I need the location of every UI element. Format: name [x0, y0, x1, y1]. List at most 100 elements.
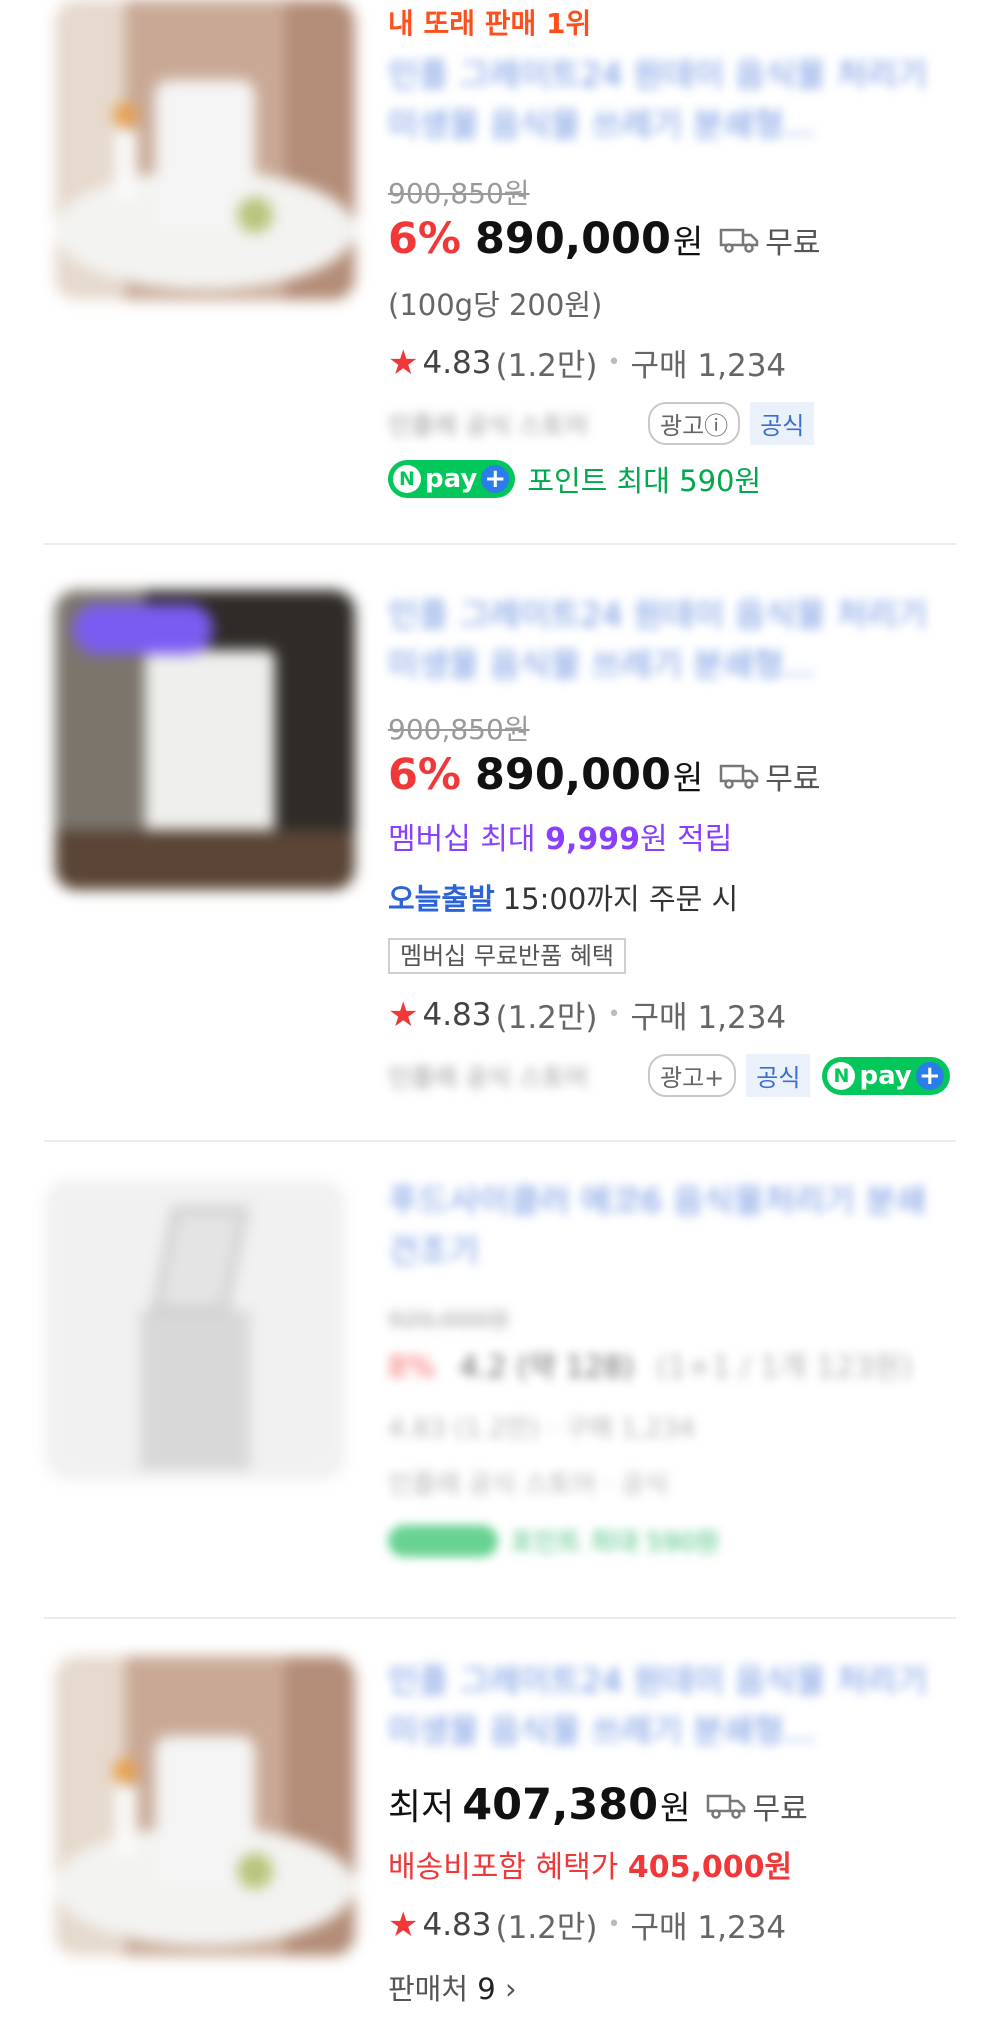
product-image[interactable]	[55, 0, 355, 300]
purchase-count: 구매 1,234	[630, 348, 787, 384]
naver-n-icon: N	[393, 465, 421, 493]
npay-badge: N pay +	[822, 1056, 950, 1095]
sale-price: 890,000	[475, 750, 671, 800]
membership-amount: 9,999	[545, 822, 640, 857]
product-card[interactable]: 인플 그레이트24 원데이 음식물 처리기 미생물 음식물 쓰레기 분쇄형...…	[0, 546, 1000, 1140]
benefit-amount: 405,000원	[627, 1850, 793, 1885]
sale-price: 407,380	[462, 1780, 659, 1830]
purchase-count: 구매 1,234	[630, 1000, 787, 1036]
separator-dot: •	[607, 350, 621, 375]
free-return-badge: 멤버십 무료반품 혜택	[388, 938, 626, 974]
review-count[interactable]: (1.2만)	[496, 1902, 598, 1947]
review-count[interactable]: (1.2만)	[496, 340, 598, 385]
ad-badge[interactable]: 광고ⓘ	[648, 402, 741, 445]
unit-price: (100g당 200원)	[388, 288, 603, 322]
product-card[interactable]: 인플 그레이트24 원데이 음식물 처리기 미생물 음식물 쓰레기 분쇄형...…	[0, 1620, 1000, 2042]
card-divider	[44, 1617, 956, 1619]
shipping-info: 무료	[719, 754, 820, 798]
product-card[interactable]: 내 또래 판매 1위 인플 그레이트24 원데이 음식물 처리기 미생물 음식물…	[0, 0, 1000, 545]
sellers-label: 판매처	[388, 1972, 469, 2006]
rating-value: 4.83	[422, 344, 492, 381]
original-price: 900,850원	[388, 177, 530, 210]
product-title[interactable]: 인플 그레이트24 원데이 음식물 처리기 미생물 음식물 쓰레기 분쇄형...	[388, 1656, 948, 1756]
rating-value: 4.83	[422, 996, 492, 1033]
product-image[interactable]	[55, 1656, 355, 1956]
sellers-link[interactable]: 판매처 9 ›	[388, 1966, 517, 2008]
discount-rate: 8%	[388, 1350, 436, 1385]
chevron-right-icon: ›	[504, 1972, 517, 2006]
product-title[interactable]: 인플 그레이트24 원데이 음식물 처리기 미생물 음식물 쓰레기 분쇄형...	[388, 50, 948, 150]
separator-dot: •	[607, 1002, 621, 1027]
ad-badge[interactable]: 광고+	[648, 1054, 737, 1097]
product-info: 푸드사이클러 에코6 음식물처리기 분쇄 건조기 920,000원 8% 4.2…	[388, 1142, 970, 1617]
rank-badge: 내 또래 판매 1위	[388, 7, 592, 40]
return-row: 멤버십 무료반품 혜택	[388, 936, 626, 974]
review-count[interactable]: (1.2만)	[496, 992, 598, 1037]
dispatch-info: 오늘출발 15:00까지 주문 시	[388, 876, 738, 918]
rating-row: ★ 4.83 (1.2만) • 구매 1,234	[388, 992, 786, 1037]
plus-icon: +	[915, 1061, 944, 1090]
benefit-price: 배송비포함 혜택가 405,000원	[388, 1842, 792, 1886]
star-icon: ★	[388, 994, 419, 1035]
rating-row: ★ 4.83 (1.2만) • 구매 1,234	[388, 340, 786, 385]
membership-prefix: 멤버십 최대	[388, 822, 546, 857]
product-card[interactable]: 푸드사이클러 에코6 음식물처리기 분쇄 건조기 920,000원 8% 4.2…	[0, 1142, 1000, 1617]
bundle-info: (1+1 / 1개 123원)	[655, 1350, 913, 1385]
shipping-info: 무료	[706, 1784, 808, 1828]
shipping-fee: 무료	[765, 762, 821, 797]
npay-points: 포인트 최대 590원	[510, 1528, 720, 1558]
benefit-prefix: 배송비포함 혜택가	[388, 1850, 628, 1885]
sale-price: 890,000	[475, 214, 671, 264]
rating-row: 4.83 (1.2만) · 구매 1,234	[388, 1414, 696, 1444]
lowest-label: 최저	[388, 1787, 455, 1828]
seller-name[interactable]: 인플레 공식 스토어	[388, 1058, 638, 1094]
star-icon: ★	[388, 1904, 419, 1945]
product-image[interactable]	[55, 590, 355, 890]
npay-badge: N pay +	[388, 460, 516, 498]
truck-icon	[720, 228, 759, 253]
product-title[interactable]: 인플 그레이트24 원데이 음식물 처리기 미생물 음식물 쓰레기 분쇄형...	[388, 590, 948, 690]
currency-unit: 원	[660, 1788, 691, 1827]
naver-n-icon: N	[827, 1061, 856, 1090]
original-price: 900,850원	[388, 713, 530, 746]
plus-icon: +	[481, 465, 510, 493]
discount-rate: 6%	[388, 750, 462, 800]
sellers-count: 9	[477, 1972, 496, 2006]
currency-unit: 원	[672, 758, 704, 797]
official-badge: 공식	[750, 402, 815, 445]
original-price: 920,000원	[388, 1306, 510, 1334]
seller-row: 인플레 공식 스토어 광고ⓘ 공식	[388, 402, 815, 445]
product-title[interactable]: 푸드사이클러 에코6 음식물처리기 분쇄 건조기	[388, 1176, 948, 1276]
purchase-count: 구매 1,234	[630, 1910, 787, 1946]
truck-icon	[720, 764, 759, 789]
product-info: 내 또래 판매 1위 인플 그레이트24 원데이 음식물 처리기 미생물 음식물…	[388, 0, 970, 545]
star-icon: ★	[388, 342, 419, 383]
rating-value: 4.83	[422, 1906, 492, 1943]
currency-unit: 원	[672, 222, 704, 261]
membership-suffix: 원 적립	[639, 822, 733, 857]
shipping-fee: 무료	[765, 226, 821, 261]
price-row: 6% 890,000 원 무료	[388, 750, 820, 800]
seller-row: 인플레 공식 스토어 · 공식	[388, 1470, 669, 1500]
product-image[interactable]	[45, 1180, 345, 1480]
lowest-price-row: 최저 407,380 원 무료	[388, 1778, 808, 1830]
rating-row: ★ 4.83 (1.2만) • 구매 1,234	[388, 1902, 786, 1947]
npay-label: pay	[859, 1060, 912, 1091]
price-row: 8% 4.2 (약 128) (1+1 / 1개 123원)	[388, 1342, 913, 1386]
product-info: 인플 그레이트24 원데이 음식물 처리기 미생물 음식물 쓰레기 분쇄형...…	[388, 1620, 970, 2042]
npay-badge	[388, 1524, 498, 1557]
shipping-fee: 무료	[752, 1792, 808, 1827]
npay-label: pay	[425, 464, 478, 494]
card-divider	[44, 543, 956, 545]
shipping-info: 무료	[719, 218, 820, 262]
today-dispatch-label: 오늘출발	[388, 882, 495, 916]
npay-row: N pay + 포인트 최대 590원	[388, 458, 761, 500]
npay-row: 포인트 최대 590원	[388, 1522, 720, 1559]
price-row: 6% 890,000 원 무료	[388, 214, 820, 264]
seller-row: 인플레 공식 스토어 광고+ 공식 N pay +	[388, 1054, 950, 1097]
truck-icon	[707, 1794, 746, 1819]
npay-points: 포인트 최대 590원	[527, 464, 762, 498]
membership-reward: 멤버십 최대 9,999원 적립	[388, 814, 732, 858]
seller-name[interactable]: 인플레 공식 스토어	[388, 406, 638, 442]
discount-rate: 6%	[388, 214, 462, 264]
